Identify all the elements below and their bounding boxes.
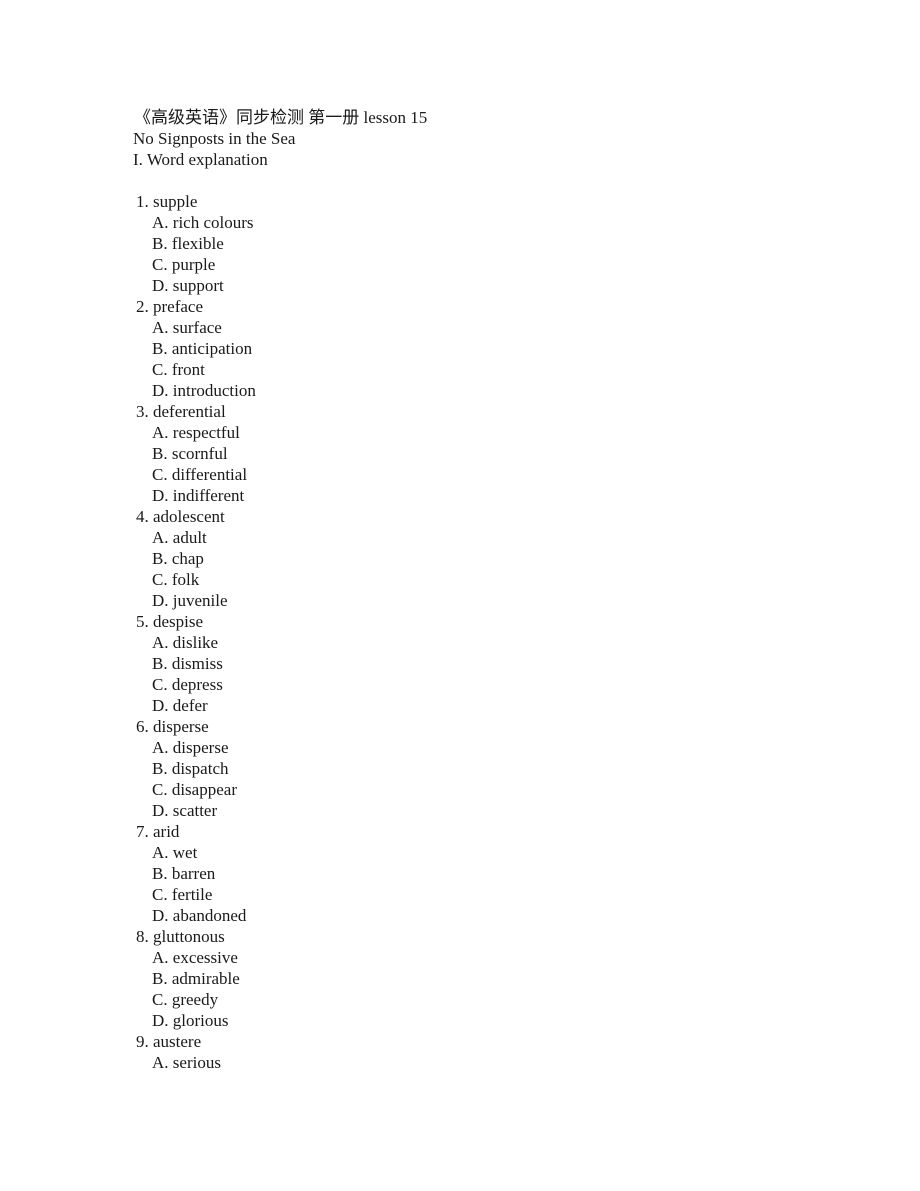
question-option: A. surface <box>152 318 222 337</box>
question-option: C. differential <box>152 465 248 484</box>
question-option: A. disperse <box>152 738 229 757</box>
question-option: D. glorious <box>152 1011 229 1030</box>
question-option: B. flexible <box>152 234 224 253</box>
question-stem: 5. despise <box>136 612 204 631</box>
question-option: B. admirable <box>152 969 240 988</box>
question-item: 9. austere A. serious <box>133 1031 833 1073</box>
question-stem: 1. supple <box>136 192 198 211</box>
question-option: D. abandoned <box>152 906 247 925</box>
question-option: D. introduction <box>152 381 256 400</box>
question-stem: 2. preface <box>136 297 204 316</box>
question-item: 5. despise A. dislike B. dismiss C. depr… <box>133 611 833 716</box>
question-option: C. purple <box>152 255 216 274</box>
question-item: 6. disperse A. disperse B. dispatch C. d… <box>133 716 833 821</box>
question-item: 7. arid A. wet B. barren C. fertile D. a… <box>133 821 833 926</box>
question-option: B. dismiss <box>152 654 223 673</box>
question-option: B. scornful <box>152 444 228 463</box>
question-stem: 6. disperse <box>136 717 209 736</box>
question-option: C. front <box>152 360 205 379</box>
question-option: A. wet <box>152 843 198 862</box>
question-item: 3. deferential A. respectful B. scornful… <box>133 401 833 506</box>
question-stem: 4. adolescent <box>136 507 225 526</box>
question-option: D. indifferent <box>152 486 245 505</box>
question-option: A. rich colours <box>152 213 254 232</box>
document-subtitle: No Signposts in the Sea <box>133 129 296 148</box>
section-heading: I. Word explanation <box>133 150 268 169</box>
question-option: C. disappear <box>152 780 237 799</box>
question-option: D. juvenile <box>152 591 228 610</box>
blank-line-spacer <box>133 170 833 191</box>
question-option: C. folk <box>152 570 200 589</box>
question-option: C. greedy <box>152 990 219 1009</box>
question-item: 8. gluttonous A. excessive B. admirable … <box>133 926 833 1031</box>
question-option: A. respectful <box>152 423 240 442</box>
document-page: 《高级英语》同步检测 第一册 lesson 15 No Signposts in… <box>0 0 920 1191</box>
question-item: 1. supple A. rich colours B. flexible C.… <box>133 191 833 296</box>
document-title: 《高级英语》同步检测 第一册 lesson 15 <box>133 107 833 128</box>
question-stem: 9. austere <box>136 1032 202 1051</box>
question-option: B. barren <box>152 864 216 883</box>
question-item: 4. adolescent A. adult B. chap C. folk D… <box>133 506 833 611</box>
question-option: D. support <box>152 276 224 295</box>
document-title-text: 《高级英语》同步检测 第一册 lesson 15 <box>134 108 428 127</box>
question-item: 2. preface A. surface B. anticipation C.… <box>133 296 833 401</box>
question-option: C. fertile <box>152 885 213 904</box>
question-stem: 3. deferential <box>136 402 226 421</box>
question-option: B. chap <box>152 549 204 568</box>
question-option: D. scatter <box>152 801 218 820</box>
question-option: B. dispatch <box>152 759 229 778</box>
question-stem: 7. arid <box>136 822 180 841</box>
question-option: A. dislike <box>152 633 219 652</box>
question-option: C. depress <box>152 675 223 694</box>
question-option: D. defer <box>152 696 208 715</box>
question-option: A. serious <box>152 1053 221 1072</box>
document-body: 《高级英语》同步检测 第一册 lesson 15 No Signposts in… <box>133 107 833 1073</box>
question-stem: 8. gluttonous <box>136 927 225 946</box>
question-option: A. adult <box>152 528 207 547</box>
question-option: B. anticipation <box>152 339 253 358</box>
question-option: A. excessive <box>152 948 238 967</box>
